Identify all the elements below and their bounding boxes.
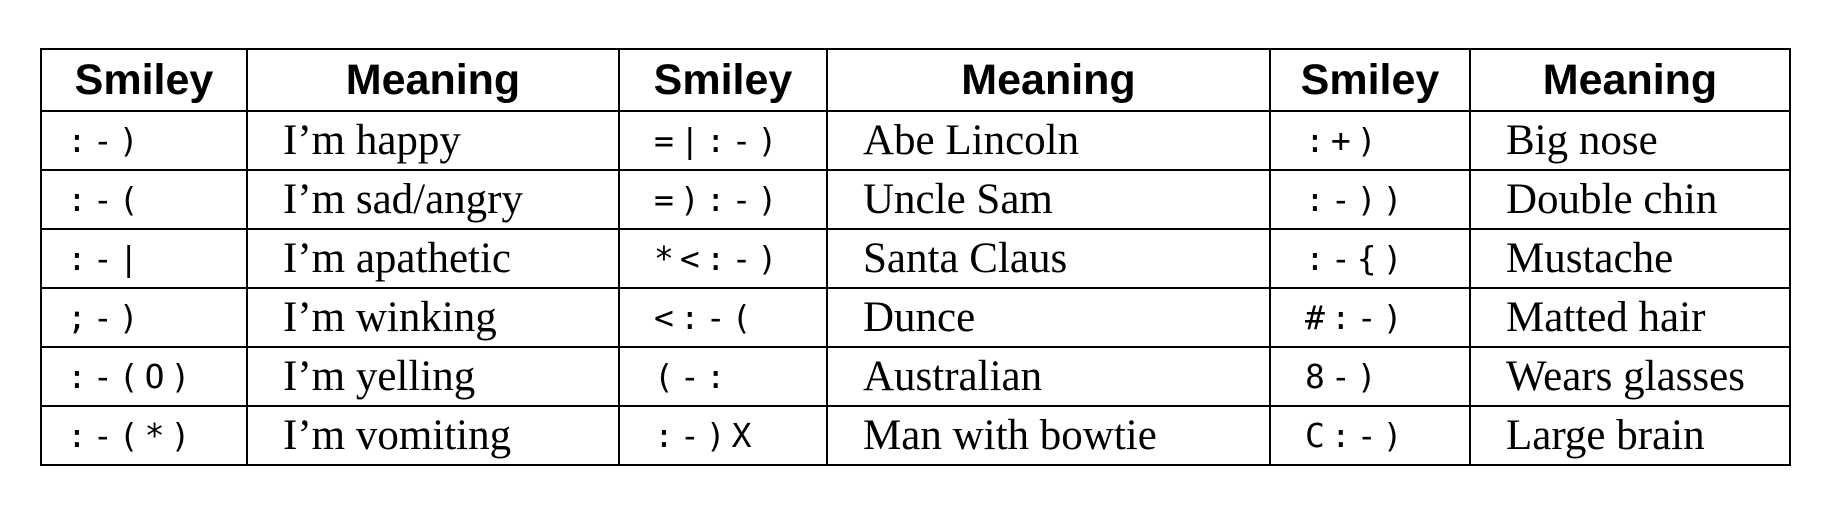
smiley-cell: :-)X [618,405,828,466]
header-meaning-1: Meaning [246,48,620,112]
table-row: :-( I’m sad/angry =):-) Uncle Sam :-)) D… [40,169,1791,230]
table-row: :-(*) I’m vomiting :-)X Man with bowtie … [40,405,1791,466]
smiley-cell: :-(O) [40,346,248,407]
header-meaning-3: Meaning [1469,48,1791,112]
header-smiley-2: Smiley [618,48,828,112]
smiley-cell: :-)) [1269,169,1471,230]
header-row: Smiley Meaning Smiley Meaning Smiley Mea… [40,48,1791,112]
table-row: :-| I’m apathetic *<:-) Santa Claus :-{)… [40,228,1791,289]
header-smiley-1: Smiley [40,48,248,112]
smiley-table: Smiley Meaning Smiley Meaning Smiley Mea… [40,48,1791,466]
meaning-cell: I’m apathetic [246,228,620,289]
smiley-cell: <:-( [618,287,828,348]
meaning-cell: Man with bowtie [826,405,1271,466]
meaning-cell: Mustache [1469,228,1791,289]
meaning-cell: Australian [826,346,1271,407]
smiley-cell: :-) [40,110,248,171]
smiley-cell: :-( [40,169,248,230]
smiley-cell: =|:-) [618,110,828,171]
smiley-cell: 8-) [1269,346,1471,407]
smiley-cell: #:-) [1269,287,1471,348]
smiley-cell: (-: [618,346,828,407]
smiley-cell: *<:-) [618,228,828,289]
meaning-cell: Abe Lincoln [826,110,1271,171]
table-row: ;-) I’m winking <:-( Dunce #:-) Matted h… [40,287,1791,348]
meaning-cell: Matted hair [1469,287,1791,348]
table-row: :-(O) I’m yelling (-: Australian 8-) Wea… [40,346,1791,407]
smiley-cell: =):-) [618,169,828,230]
smiley-cell: :-{) [1269,228,1471,289]
meaning-cell: Uncle Sam [826,169,1271,230]
meaning-cell: Wears glasses [1469,346,1791,407]
smiley-cell: :-| [40,228,248,289]
meaning-cell: I’m happy [246,110,620,171]
meaning-cell: I’m vomiting [246,405,620,466]
smiley-cell: :+) [1269,110,1471,171]
meaning-cell: I’m sad/angry [246,169,620,230]
header-smiley-3: Smiley [1269,48,1471,112]
table-row: :-) I’m happy =|:-) Abe Lincoln :+) Big … [40,110,1791,171]
meaning-cell: Santa Claus [826,228,1271,289]
header-meaning-2: Meaning [826,48,1271,112]
smiley-cell: ;-) [40,287,248,348]
meaning-cell: I’m yelling [246,346,620,407]
meaning-cell: Double chin [1469,169,1791,230]
meaning-cell: I’m winking [246,287,620,348]
smiley-cell: :-(*) [40,405,248,466]
meaning-cell: Big nose [1469,110,1791,171]
smiley-cell: C:-) [1269,405,1471,466]
meaning-cell: Large brain [1469,405,1791,466]
meaning-cell: Dunce [826,287,1271,348]
